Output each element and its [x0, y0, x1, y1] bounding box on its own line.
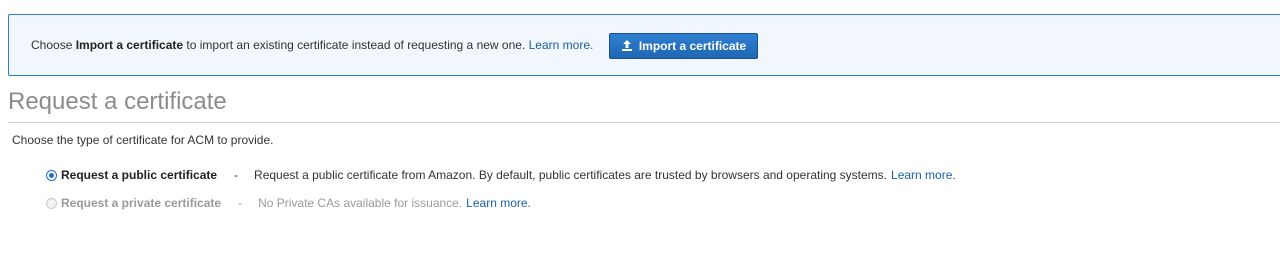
page-description: Choose the type of certificate for ACM t…: [12, 133, 274, 147]
private-certificate-label: Request a private certificate: [61, 196, 222, 210]
option-dash: -: [234, 168, 239, 182]
private-certificate-radio: [46, 197, 57, 209]
upload-icon: [621, 40, 632, 51]
page-title: Request a certificate: [8, 88, 227, 115]
import-certificate-button[interactable]: Import a certificate: [609, 33, 758, 59]
info-text-after: to import an existing certificate instea…: [183, 38, 526, 52]
public-certificate-radio[interactable]: [46, 169, 57, 181]
private-learn-more-link[interactable]: Learn more.: [466, 196, 531, 210]
import-info-banner: Choose Import a certificate to import an…: [8, 14, 1280, 76]
public-certificate-detail: Request a public certificate from Amazon…: [254, 168, 888, 182]
public-learn-more-link[interactable]: Learn more.: [891, 168, 956, 182]
info-text-bold: Import a certificate: [75, 38, 184, 52]
option-dash: -: [238, 196, 243, 210]
title-divider: [8, 122, 1280, 123]
private-certificate-option: Request a private certificate - No Priva…: [46, 196, 531, 210]
private-certificate-detail: No Private CAs available for issuance.: [258, 196, 463, 210]
import-learn-more-link[interactable]: Learn more.: [529, 38, 594, 52]
import-button-label: Import a certificate: [638, 39, 747, 53]
public-certificate-label[interactable]: Request a public certificate: [61, 168, 217, 182]
public-certificate-option[interactable]: Request a public certificate - Request a…: [46, 168, 956, 182]
info-text-before: Choose: [31, 38, 76, 52]
import-info-text: Choose Import a certificate to import an…: [31, 38, 593, 52]
